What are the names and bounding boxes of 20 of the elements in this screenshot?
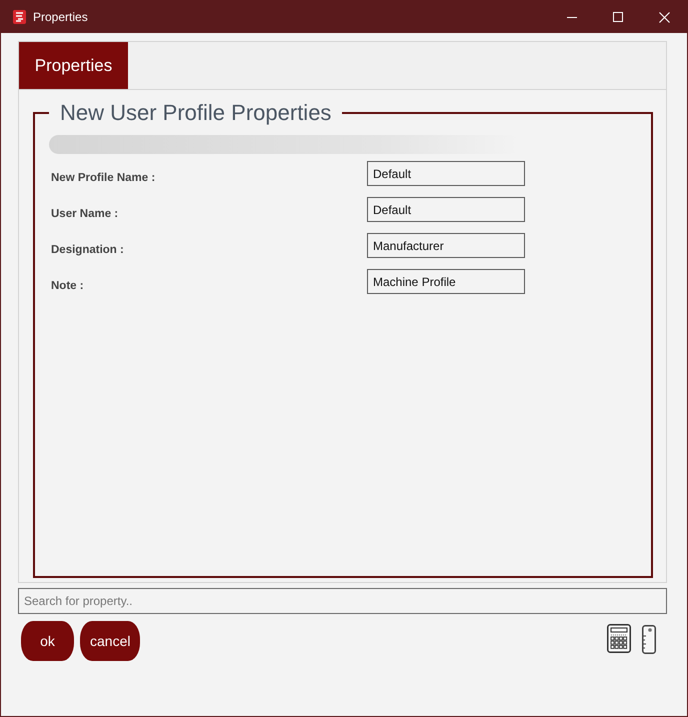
text-field[interactable]: Default [367, 197, 525, 222]
text-field[interactable]: Default [367, 161, 525, 186]
field-label: Designation : [51, 243, 124, 257]
ruler-icon[interactable] [642, 625, 656, 654]
minimize-icon [567, 16, 577, 18]
field-label: User Name : [51, 207, 118, 221]
app-icon [12, 9, 27, 25]
text-field[interactable]: Manufacturer [367, 233, 525, 258]
close-icon [658, 12, 670, 22]
window-title: Properties [33, 10, 88, 24]
field-label: Note : [51, 279, 84, 293]
maximize-icon [613, 12, 623, 22]
calculator-icon[interactable] [607, 624, 631, 653]
search-field[interactable]: Search for property.. [18, 588, 667, 614]
tab[interactable]: Properties [19, 42, 128, 89]
field-label: New Profile Name : [51, 171, 156, 185]
text-field[interactable]: Machine Profile [367, 269, 525, 294]
dialog-button[interactable]: ok [21, 621, 74, 661]
group-title: New User Profile Properties [59, 100, 332, 126]
dialog-button[interactable]: cancel [80, 621, 140, 661]
